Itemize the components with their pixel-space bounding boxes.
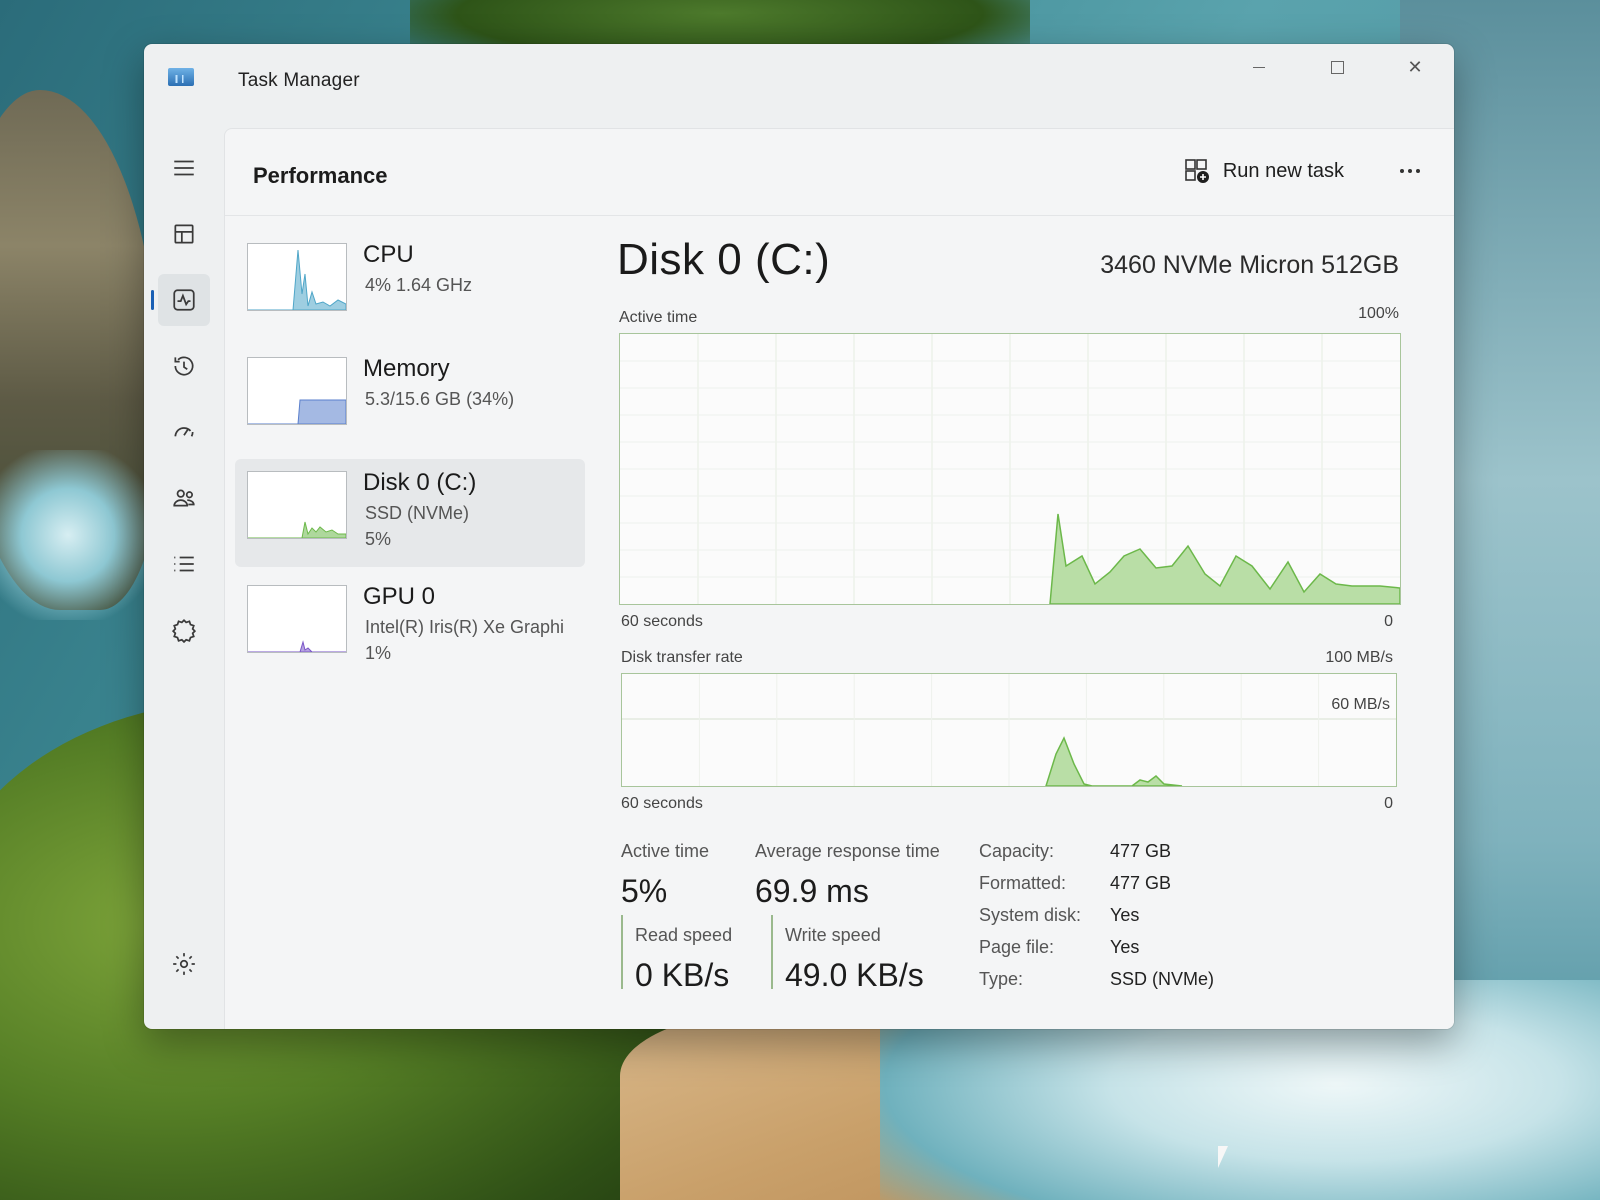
transfer-rate-mid-label: 60 MB/s (1325, 696, 1390, 714)
more-horizontal-icon (1400, 169, 1404, 173)
transfer-rate-graph-label: Disk transfer rate (621, 649, 743, 666)
performance-page: Performance Run new task CPU 4% 1.64 GHz M… (224, 128, 1454, 1029)
resource-thumbnail-graph (247, 471, 347, 539)
disk-property-key: Type: (979, 969, 1024, 989)
avg-response-stat-value: 69.9 ms (755, 873, 869, 909)
services-icon (171, 619, 197, 643)
active-time-area (1049, 513, 1400, 604)
minimize-button[interactable] (1234, 50, 1284, 84)
disk-property-key: System disk: (979, 905, 1082, 925)
disk-property-value: 477 GB (1110, 873, 1172, 893)
page-title: Performance (253, 163, 388, 188)
navigation-rail (144, 122, 224, 1029)
nav-processes[interactable] (158, 208, 210, 260)
active-time-stat-value: 5% (621, 873, 668, 909)
resource-name: Disk 0 (C:) (363, 469, 477, 496)
resource-item[interactable]: Disk 0 (C:) SSD (NVMe) 5% (235, 459, 585, 567)
resource-name: Memory (363, 355, 450, 382)
nav-settings[interactable] (158, 938, 210, 990)
disk-property-row: System disk: Yes (979, 905, 1339, 937)
disk-property-key: Page file: (979, 937, 1055, 957)
resource-detail: SSD (NVMe) (365, 503, 470, 523)
read-speed-divider (621, 915, 623, 989)
write-speed-stat-value: 49.0 KB/s (785, 957, 924, 993)
resource-detail: 4% 1.64 GHz (365, 275, 473, 295)
resource-name: GPU 0 (363, 583, 436, 610)
resource-list: CPU 4% 1.64 GHz Memory 5.3/15.6 GB (34%) Dis… (235, 231, 585, 687)
active-time-x-right-label: 0 (1384, 613, 1393, 630)
nav-performance[interactable] (151, 274, 210, 326)
transfer-rate-x-left-label: 60 seconds (621, 795, 703, 812)
resource-item[interactable]: CPU 4% 1.64 GHz (235, 231, 585, 339)
nav-app-history[interactable] (158, 340, 210, 392)
write-speed-divider (771, 915, 773, 989)
write-speed-stat-label: Write speed (785, 925, 881, 945)
close-icon: ✕ (1407, 56, 1423, 77)
run-new-task-button[interactable]: Run new task (1173, 151, 1354, 191)
disk-model: 3460 NVMe Micron 512GB (1100, 251, 1399, 279)
active-time-x-left-label: 60 seconds (621, 613, 703, 630)
run-new-task-icon (1185, 159, 1209, 183)
users-icon (173, 489, 195, 507)
disk-property-value: SSD (NVMe) (1110, 969, 1215, 989)
nav-details[interactable] (158, 538, 210, 590)
nav-users[interactable] (158, 472, 210, 524)
disk-property-value: Yes (1110, 905, 1140, 925)
nav-startup-apps[interactable] (158, 406, 210, 458)
disk-property-row: Formatted: 477 GB (979, 873, 1339, 905)
disk-title: Disk 0 (C:) (617, 235, 831, 284)
transfer-rate-x-right-label: 0 (1384, 795, 1393, 812)
mouse-cursor-icon (1218, 1146, 1228, 1168)
avg-response-stat-label: Average response time (755, 841, 940, 861)
maximize-icon (1330, 60, 1344, 74)
transfer-rate-area (1045, 736, 1183, 786)
task-manager-window: Task Manager ✕ Performance Run new task … (144, 44, 1454, 1029)
more-options-button[interactable] (1388, 151, 1432, 191)
active-time-stat-label: Active time (621, 841, 710, 861)
maximize-button[interactable] (1312, 50, 1362, 84)
resource-usage: 5% (365, 529, 392, 549)
resource-name: CPU (363, 241, 414, 268)
read-speed-stat-label: Read speed (635, 925, 733, 945)
resource-detail: 5.3/15.6 GB (34%) (365, 389, 515, 409)
processes-icon (174, 224, 194, 244)
nav-services[interactable] (158, 604, 210, 656)
resource-item[interactable]: GPU 0 Intel(R) Iris(R) Xe Graphi 1% (235, 573, 585, 681)
active-time-max-label: 100% (1358, 305, 1399, 322)
disk-property-key: Formatted: (979, 873, 1067, 893)
resource-item[interactable]: Memory 5.3/15.6 GB (34%) (235, 345, 585, 453)
disk-property-key: Capacity: (979, 841, 1055, 861)
startup-icon (174, 427, 194, 437)
disk-property-value: 477 GB (1110, 841, 1172, 861)
resource-detail: Intel(R) Iris(R) Xe Graphi (365, 617, 565, 637)
minimize-icon (1253, 66, 1265, 68)
hamburger-icon (174, 160, 194, 176)
window-title: Task Manager (238, 70, 360, 91)
title-bar[interactable]: Task Manager ✕ (144, 44, 1454, 122)
performance-icon (173, 289, 195, 311)
disk-property-row: Type: SSD (NVMe) (979, 969, 1339, 1001)
hamburger-menu-button[interactable] (158, 142, 210, 194)
transfer-rate-graph: 60 MB/s (621, 673, 1397, 787)
disk-property-row: Capacity: 477 GB (979, 841, 1339, 873)
run-new-task-label: Run new task (1222, 159, 1344, 182)
resource-thumbnail-graph (247, 585, 347, 653)
disk-property-row: Page file: Yes (979, 937, 1339, 969)
task-manager-app-icon (168, 68, 194, 86)
gear-icon (173, 953, 195, 975)
active-time-graph (619, 333, 1401, 605)
history-icon (174, 356, 194, 376)
details-icon (174, 556, 194, 572)
read-speed-stat-value: 0 KB/s (635, 957, 730, 993)
page-header: Performance Run new task (225, 129, 1454, 216)
resource-thumbnail-graph (247, 357, 347, 425)
close-button[interactable]: ✕ (1390, 50, 1440, 84)
resource-thumbnail-graph (247, 243, 347, 311)
transfer-rate-max-label: 100 MB/s (1325, 649, 1393, 666)
disk-property-value: Yes (1110, 937, 1140, 957)
resource-usage: 1% (365, 643, 392, 663)
active-time-graph-label: Active time (619, 309, 698, 326)
